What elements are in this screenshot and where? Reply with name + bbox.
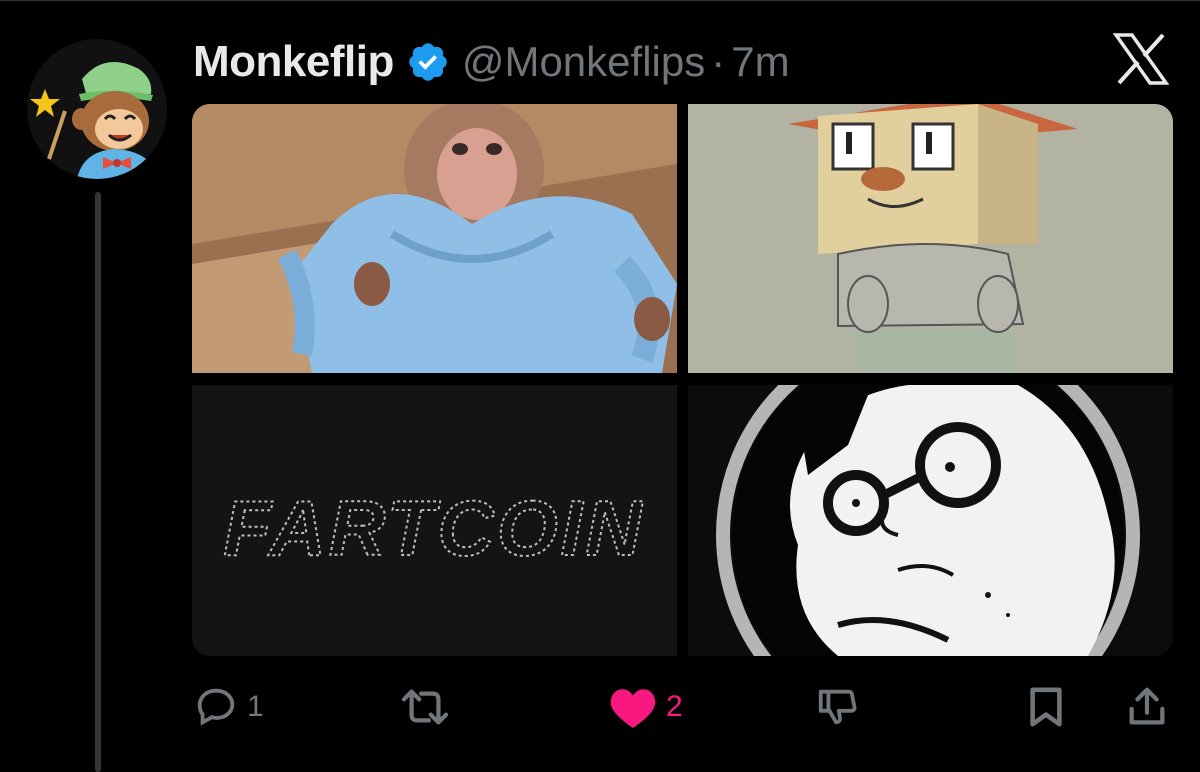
avatar[interactable] xyxy=(27,39,167,179)
retweet-button[interactable] xyxy=(396,684,462,730)
x-logo-icon xyxy=(1112,33,1170,85)
bookmark-icon xyxy=(1030,687,1062,727)
like-button[interactable]: 2 xyxy=(608,684,683,730)
media-tile-monkey[interactable] xyxy=(192,104,677,373)
like-count: 2 xyxy=(666,690,683,723)
fartcoin-ascii-text: FARTCOIN xyxy=(223,484,644,572)
dislike-icon xyxy=(818,689,857,725)
author-handle[interactable]: @Monkeflips xyxy=(462,38,705,86)
reply-button[interactable]: 1 xyxy=(193,684,264,730)
heart-icon xyxy=(610,689,656,728)
timestamp[interactable]: 7m xyxy=(731,38,789,86)
reply-count: 1 xyxy=(247,690,264,723)
media-grid: FARTCOIN xyxy=(192,104,1173,656)
media-tile-portrait[interactable] xyxy=(688,385,1173,656)
tweet-header: Monkeflip @Monkeflips · 7m xyxy=(193,34,790,90)
media-tile-fartcoin[interactable]: FARTCOIN xyxy=(192,385,677,656)
share-icon xyxy=(1129,687,1165,725)
author-name[interactable]: Monkeflip xyxy=(193,37,394,87)
bookmark-button[interactable] xyxy=(1025,684,1067,730)
media-tile-boxhead[interactable] xyxy=(688,104,1173,373)
reply-icon xyxy=(197,688,235,726)
retweet-icon xyxy=(401,689,449,725)
action-bar: 1 2 xyxy=(0,670,1200,750)
share-button[interactable] xyxy=(1125,684,1169,730)
top-divider xyxy=(0,0,1200,1)
separator-dot: · xyxy=(711,38,726,85)
verified-badge-icon xyxy=(406,40,450,84)
dislike-button[interactable] xyxy=(815,684,861,730)
